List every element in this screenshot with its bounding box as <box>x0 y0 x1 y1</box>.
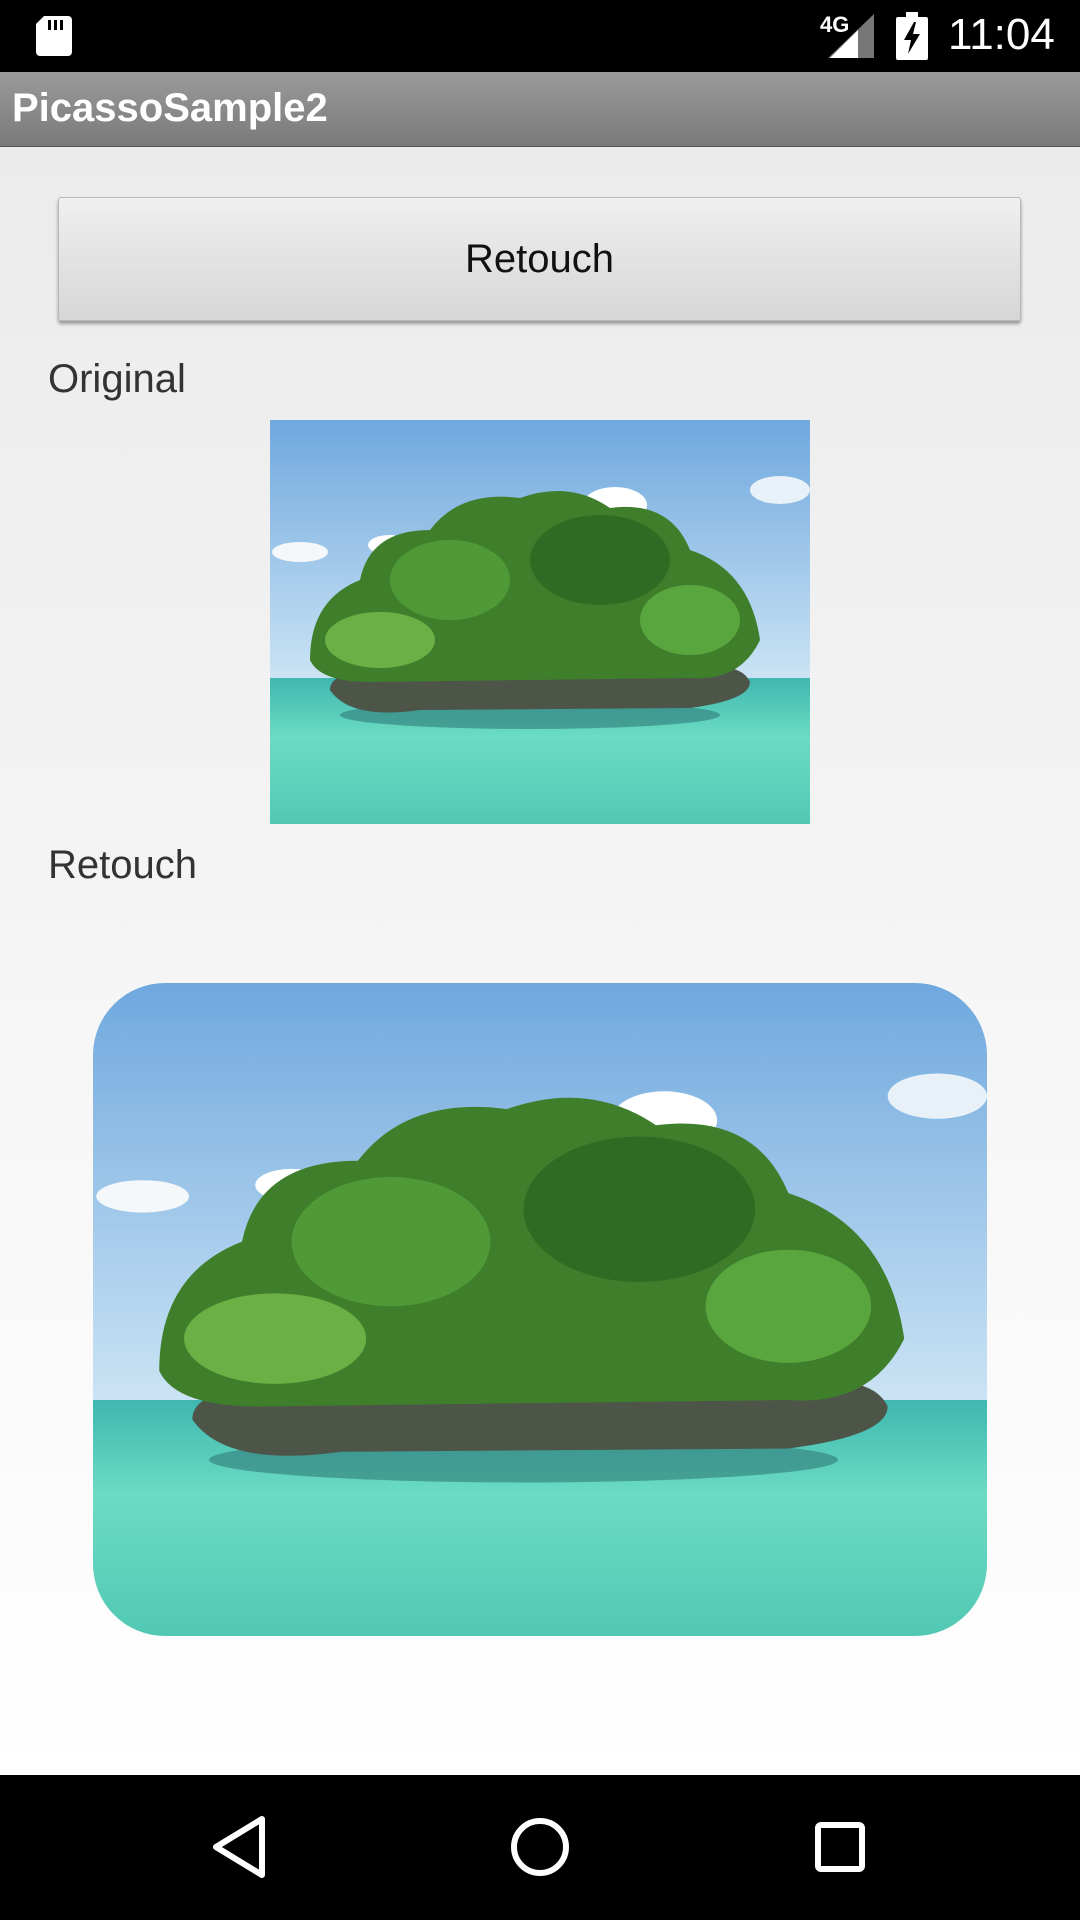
navigation-bar <box>0 1775 1080 1920</box>
cell-signal-icon <box>828 14 874 58</box>
original-image <box>270 420 810 824</box>
main-content: Retouch Original Retouch <box>0 147 1080 1775</box>
home-icon[interactable] <box>504 1811 576 1883</box>
retouch-label: Retouch <box>48 843 197 887</box>
original-label: Original <box>48 357 186 401</box>
status-bar: 4G 11:04 <box>0 0 1080 72</box>
action-bar: PicassoSample2 <box>0 72 1080 147</box>
app-title: PicassoSample2 <box>12 86 328 130</box>
sd-card-icon <box>36 16 72 56</box>
back-icon[interactable] <box>204 1811 276 1883</box>
retouched-image <box>93 983 987 1636</box>
retouch-button[interactable]: Retouch <box>58 197 1021 321</box>
battery-charging-icon <box>896 12 928 60</box>
recents-icon[interactable] <box>804 1811 876 1883</box>
status-clock: 11:04 <box>948 10 1055 59</box>
